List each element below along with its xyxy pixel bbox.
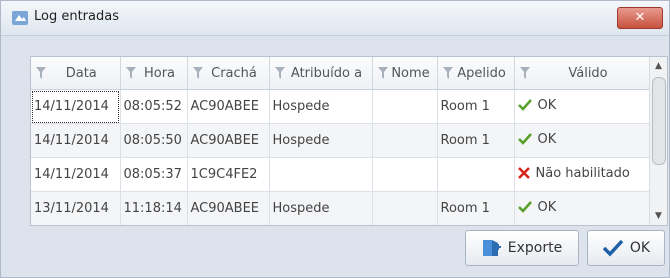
filter-icon[interactable] <box>192 67 203 79</box>
cell-valido[interactable]: Não habilitado <box>514 157 651 192</box>
cell-cracha[interactable]: AC90ABEE <box>187 123 270 158</box>
export-button[interactable]: Exporte <box>465 230 579 266</box>
close-button[interactable]: ✕ <box>617 7 663 29</box>
column-header-apelido[interactable]: Apelido <box>437 57 515 90</box>
cell-data[interactable]: 14/11/2014 <box>31 123 121 158</box>
cell-apelido[interactable] <box>437 157 515 192</box>
log-window: Log entradas ✕ Data Hora Crachá Atribuíd… <box>0 0 670 278</box>
vertical-scrollbar[interactable]: ▲ ▼ <box>649 57 667 225</box>
status-text: OK <box>537 131 557 147</box>
cell-valido[interactable]: OK <box>514 89 651 124</box>
log-table: Data Hora Crachá Atribuído a Nome Apelid… <box>31 57 651 225</box>
cell-apelido[interactable]: Room 1 <box>437 191 515 225</box>
table-row[interactable]: 14/11/2014 08:05:50 AC90ABEE Hospede Roo… <box>31 123 651 158</box>
cell-atribuido[interactable]: Hospede <box>269 123 373 158</box>
filter-icon[interactable] <box>36 67 46 79</box>
status-text: OK <box>537 199 557 215</box>
ok-button[interactable]: OK <box>587 230 665 266</box>
scrollbar-thumb[interactable] <box>652 77 666 165</box>
column-header-valido[interactable]: Válido <box>514 57 651 90</box>
cell-hora[interactable]: 08:05:52 <box>120 89 188 124</box>
cell-valido[interactable]: OK <box>514 123 651 158</box>
ok-label: OK <box>629 240 651 256</box>
export-icon <box>482 240 501 256</box>
column-header-nome[interactable]: Nome <box>372 57 438 90</box>
check-icon <box>517 99 532 112</box>
table-row[interactable]: 14/11/2014 08:05:37 1C9C4FE2 Não habilit… <box>31 157 651 192</box>
status-text: OK <box>537 97 557 113</box>
cell-apelido[interactable]: Room 1 <box>437 123 515 158</box>
cell-apelido[interactable]: Room 1 <box>437 89 515 124</box>
cell-cracha[interactable]: 1C9C4FE2 <box>187 157 270 192</box>
filter-icon[interactable] <box>377 67 388 79</box>
filter-icon[interactable] <box>274 67 285 79</box>
filter-icon[interactable] <box>125 67 136 79</box>
cell-nome[interactable] <box>372 89 438 124</box>
cell-nome[interactable] <box>372 123 438 158</box>
x-icon <box>517 167 530 180</box>
column-header-cracha[interactable]: Crachá <box>187 57 270 90</box>
export-label: Exporte <box>507 240 563 256</box>
filter-icon[interactable] <box>519 67 530 79</box>
header-row: Data Hora Crachá Atribuído a Nome Apelid… <box>31 57 651 90</box>
check-icon <box>517 133 532 146</box>
log-grid[interactable]: Data Hora Crachá Atribuído a Nome Apelid… <box>30 56 668 226</box>
title-bar[interactable]: Log entradas ✕ <box>1 1 669 36</box>
cell-data[interactable]: 14/11/2014 <box>31 89 121 124</box>
cell-atribuido[interactable] <box>269 157 373 192</box>
table-row[interactable]: 14/11/2014 08:05:52 AC90ABEE Hospede Roo… <box>31 89 651 124</box>
column-label: Válido <box>568 65 608 81</box>
cell-hora[interactable]: 11:18:14 <box>120 191 188 225</box>
column-header-data[interactable]: Data <box>31 57 121 90</box>
cell-data[interactable]: 13/11/2014 <box>31 191 121 225</box>
cell-cracha[interactable]: AC90ABEE <box>187 191 270 225</box>
table-row[interactable]: 13/11/2014 11:18:14 AC90ABEE Hospede Roo… <box>31 191 651 225</box>
cell-nome[interactable] <box>372 191 438 225</box>
cell-data[interactable]: 14/11/2014 <box>31 157 121 192</box>
check-icon <box>517 201 532 214</box>
cell-nome[interactable] <box>372 157 438 192</box>
check-icon <box>602 239 624 257</box>
status-text: Não habilitado <box>535 165 630 181</box>
scroll-down-icon[interactable]: ▼ <box>650 207 667 225</box>
filter-icon[interactable] <box>442 67 453 79</box>
cell-hora[interactable]: 08:05:50 <box>120 123 188 158</box>
cell-cracha[interactable]: AC90ABEE <box>187 89 270 124</box>
scroll-up-icon[interactable]: ▲ <box>650 57 667 75</box>
cell-valido[interactable]: OK <box>514 191 651 225</box>
column-header-hora[interactable]: Hora <box>120 57 188 90</box>
window-title: Log entradas <box>34 9 119 24</box>
cell-atribuido[interactable]: Hospede <box>269 191 373 225</box>
app-icon <box>12 11 28 25</box>
column-label: Atribuído a <box>290 65 363 81</box>
cell-atribuido[interactable]: Hospede <box>269 89 373 124</box>
column-header-atribuido[interactable]: Atribuído a <box>269 57 373 90</box>
cell-hora[interactable]: 08:05:37 <box>120 157 188 192</box>
